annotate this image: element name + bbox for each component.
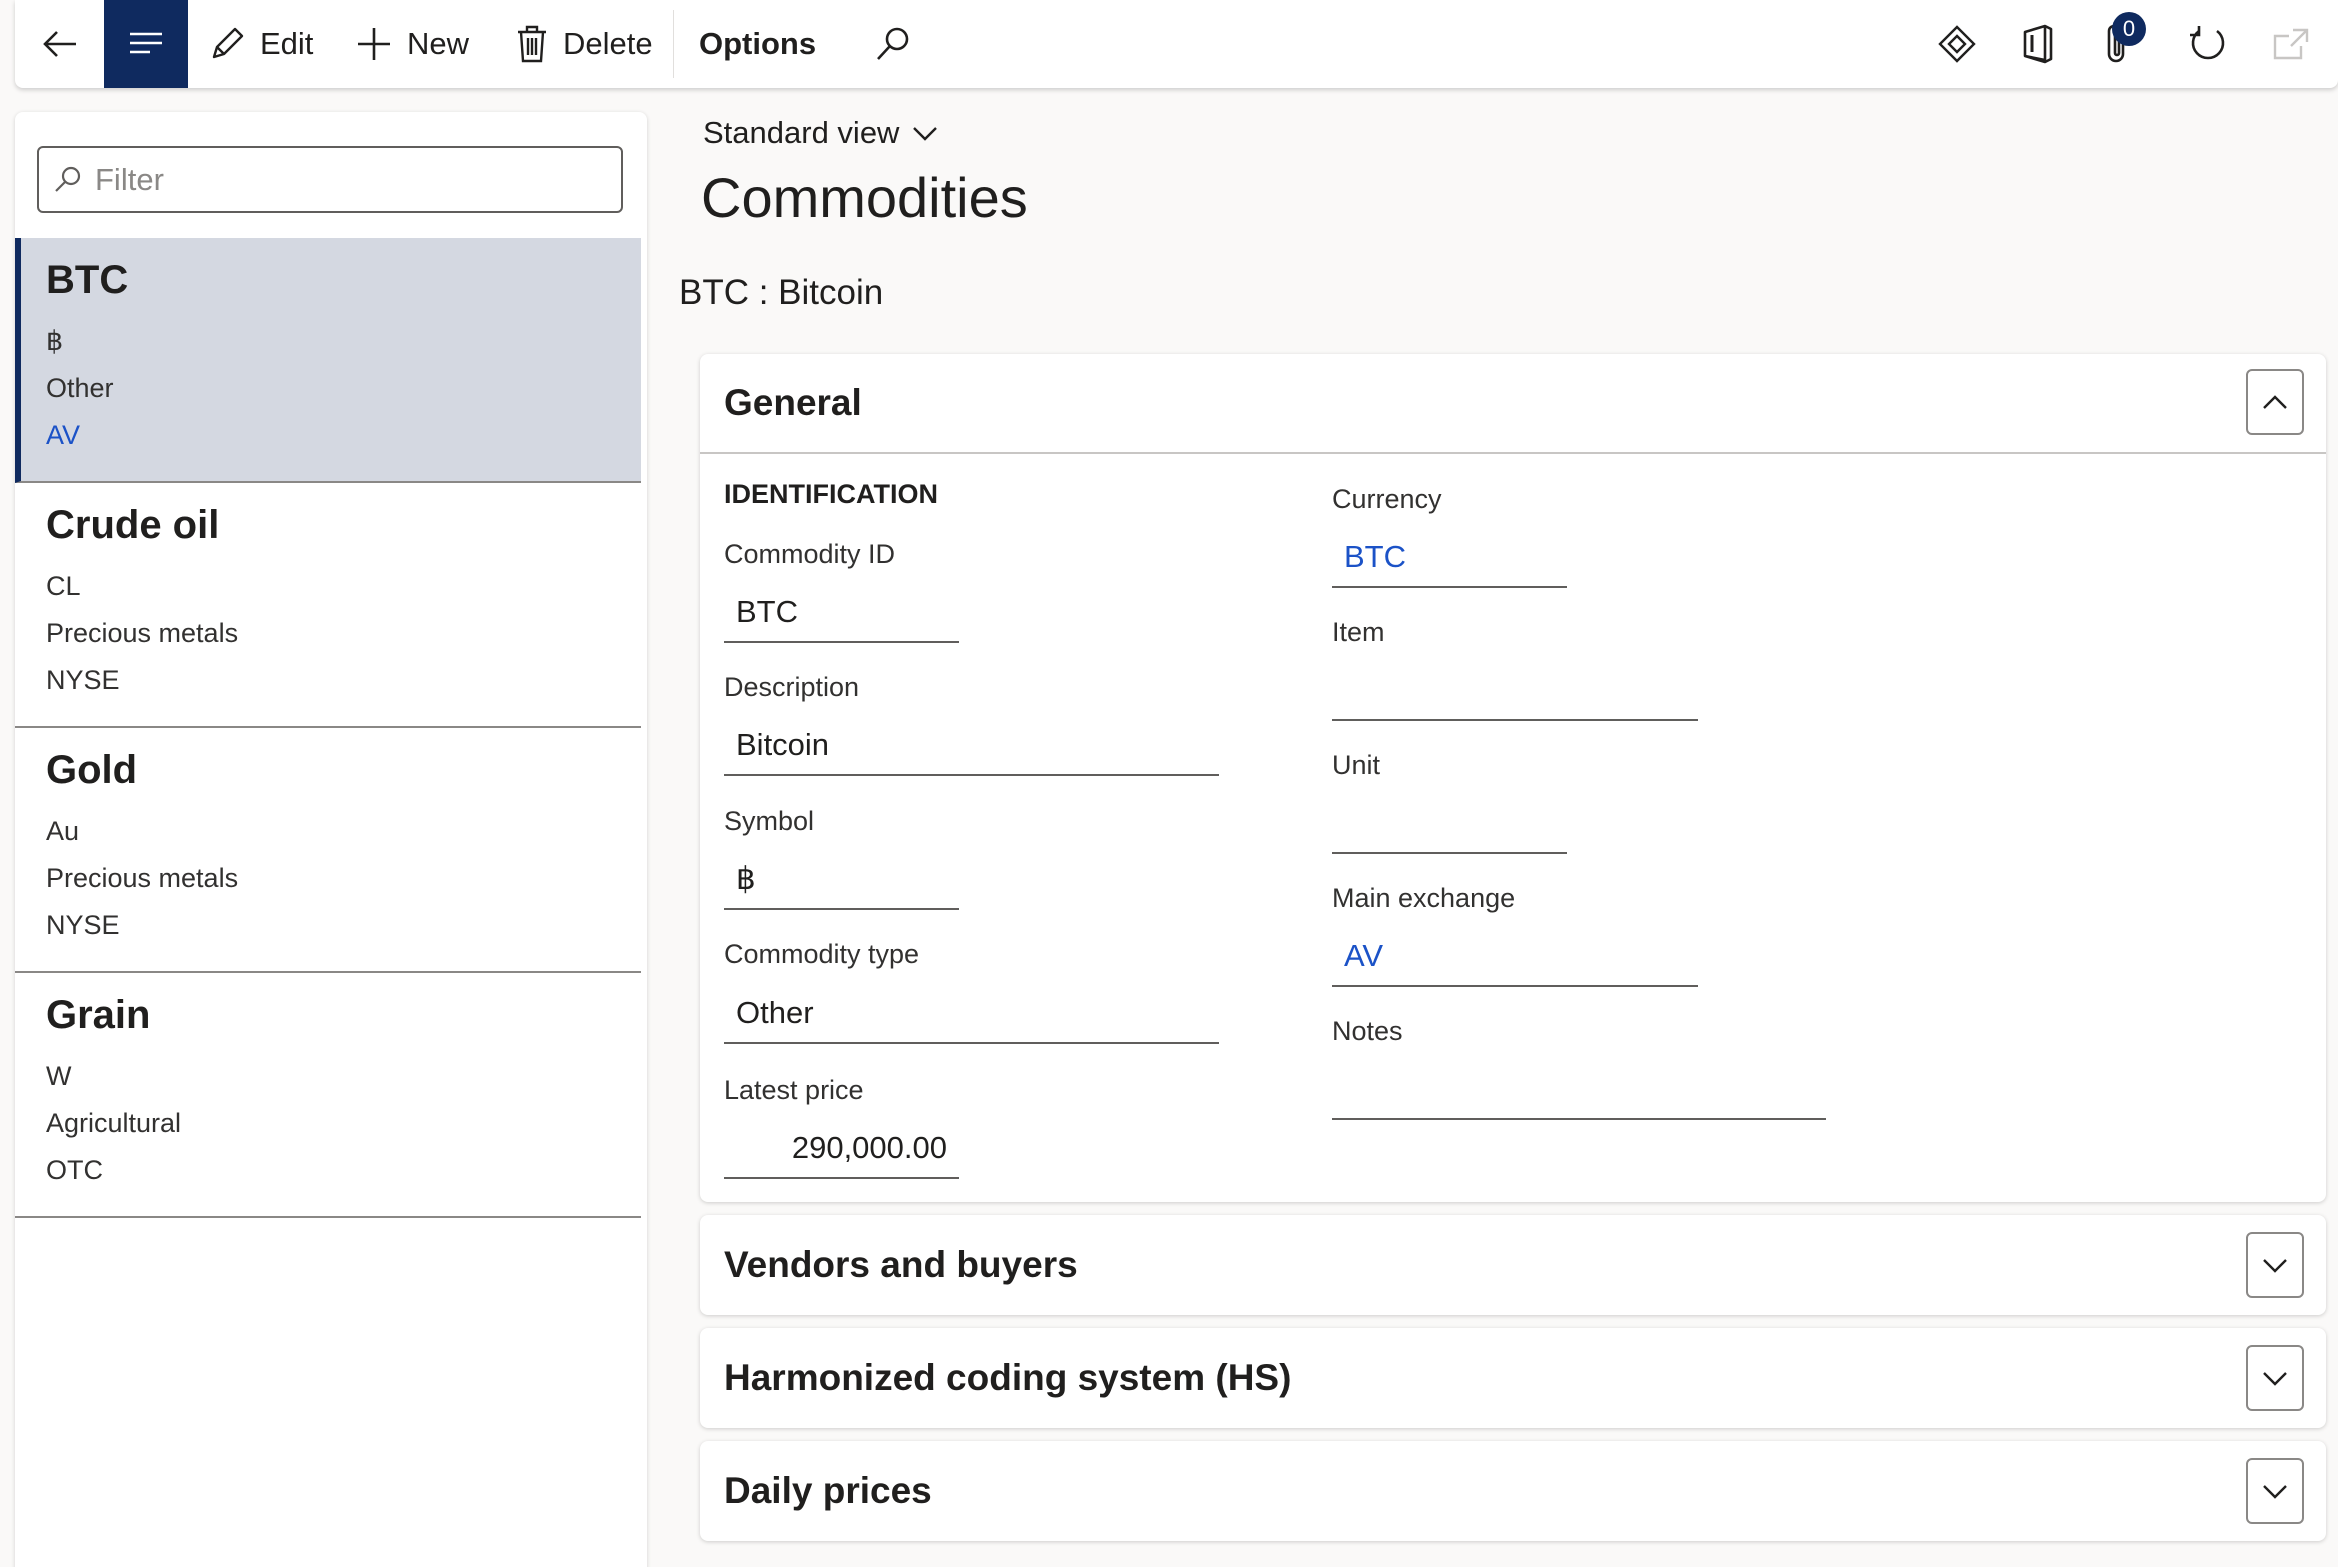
- menu-button[interactable]: [104, 0, 188, 88]
- unit-field[interactable]: [1332, 794, 1567, 854]
- view-selector-label: Standard view: [703, 115, 900, 150]
- commodity-id-field[interactable]: BTC: [724, 583, 959, 643]
- item-field[interactable]: [1332, 661, 1698, 721]
- main-exchange-label: Main exchange: [1332, 883, 1516, 913]
- list-item-exchange: OTC: [46, 1155, 103, 1185]
- expand-button[interactable]: [2246, 1458, 2304, 1524]
- expand-button[interactable]: [2246, 1345, 2304, 1411]
- list-item-symbol: ฿: [46, 326, 64, 356]
- list-item-title: Gold: [46, 748, 138, 792]
- hamburger-icon: [130, 32, 162, 54]
- collapse-button[interactable]: [2246, 369, 2304, 435]
- list-item-symbol: Au: [46, 816, 80, 846]
- commodity-type-label: Commodity type: [724, 939, 920, 969]
- harmonized-coding-fasttab-title: Harmonized coding system (HS): [724, 1357, 1292, 1398]
- office-icon: [2023, 24, 2053, 64]
- search-icon: [55, 166, 81, 192]
- search-button[interactable]: [873, 0, 913, 88]
- description-field[interactable]: Bitcoin: [724, 716, 1219, 776]
- general-fasttab-title: General: [724, 382, 862, 423]
- harmonized-coding-fasttab[interactable]: Harmonized coding system (HS): [700, 1328, 2326, 1428]
- symbol-label: Symbol: [724, 806, 815, 836]
- attachments-count-badge: 0: [2112, 12, 2146, 46]
- edit-button[interactable]: Edit: [208, 0, 313, 88]
- toolbar-divider: [673, 10, 674, 78]
- list-item-grain[interactable]: Grain W Agricultural OTC: [15, 973, 641, 1218]
- power-apps-button[interactable]: [1937, 0, 1977, 88]
- main-exchange-field[interactable]: AV: [1332, 927, 1698, 987]
- chevron-down-icon: [2263, 1485, 2287, 1499]
- refresh-icon: [2190, 26, 2225, 60]
- list-item-symbol: CL: [46, 571, 81, 601]
- daily-prices-fasttab-header[interactable]: Daily prices: [700, 1441, 2326, 1541]
- notes-field[interactable]: [1332, 1060, 1826, 1120]
- office-button[interactable]: [2020, 0, 2056, 88]
- currency-field[interactable]: BTC: [1332, 528, 1567, 588]
- unit-label: Unit: [1332, 750, 1381, 780]
- chevron-down-icon: [2263, 1372, 2287, 1386]
- list-item-title: BTC: [46, 258, 129, 302]
- list-item-crude-oil[interactable]: Crude oil CL Precious metals NYSE: [15, 483, 641, 728]
- list-item-exchange: NYSE: [46, 665, 120, 695]
- item-label: Item: [1332, 617, 1385, 647]
- record-title: BTC : Bitcoin: [679, 273, 884, 312]
- pencil-icon: [212, 27, 244, 59]
- harmonized-coding-fasttab-header[interactable]: Harmonized coding system (HS): [700, 1328, 2326, 1428]
- delete-label: Delete: [563, 26, 653, 61]
- list-item-gold[interactable]: Gold Au Precious metals NYSE: [15, 728, 641, 973]
- general-fasttab: General IDENTIFICATION Commodity ID BTC …: [700, 354, 2326, 1202]
- chevron-down-icon: [2263, 1259, 2287, 1273]
- daily-prices-fasttab-title: Daily prices: [724, 1470, 932, 1511]
- identification-group-label: IDENTIFICATION: [724, 479, 938, 509]
- list-item-symbol: W: [46, 1061, 72, 1091]
- list-item-title: Crude oil: [46, 503, 220, 547]
- new-button[interactable]: New: [355, 0, 469, 88]
- trash-icon: [518, 25, 546, 63]
- vendors-buyers-fasttab-title: Vendors and buyers: [724, 1244, 1078, 1285]
- list-item-title: Grain: [46, 993, 151, 1037]
- list-item-exchange: AV: [46, 420, 81, 450]
- list-item-type: Agricultural: [46, 1108, 182, 1138]
- view-selector[interactable]: Standard view: [703, 115, 939, 151]
- general-fasttab-header[interactable]: General: [700, 354, 2326, 454]
- diamond-icon: [1938, 25, 1976, 63]
- back-button[interactable]: [40, 0, 80, 88]
- options-button[interactable]: Options: [699, 0, 816, 88]
- list-item-btc[interactable]: BTC ฿ Other AV: [15, 238, 641, 483]
- list-item-type: Other: [46, 373, 114, 403]
- delete-button[interactable]: Delete: [515, 0, 653, 88]
- list-item-type: Precious metals: [46, 863, 239, 893]
- edit-label: Edit: [260, 26, 314, 61]
- daily-prices-fasttab[interactable]: Daily prices: [700, 1441, 2326, 1541]
- back-arrow-icon: [43, 31, 76, 57]
- new-label: New: [407, 26, 470, 61]
- vendors-buyers-fasttab-header[interactable]: Vendors and buyers: [700, 1215, 2326, 1315]
- commodity-list-pane: BTC ฿ Other AV Crude oil CL Precious met…: [15, 112, 647, 1567]
- commodity-type-field[interactable]: Other: [724, 984, 1219, 1044]
- page-title: Commodities: [701, 166, 1028, 229]
- commodity-list: BTC ฿ Other AV Crude oil CL Precious met…: [15, 238, 641, 1218]
- commodity-id-label: Commodity ID: [724, 539, 896, 569]
- filter-box[interactable]: [37, 146, 623, 213]
- plus-icon: [358, 28, 390, 60]
- chevron-down-icon: [913, 127, 938, 141]
- latest-price-label: Latest price: [724, 1075, 864, 1105]
- list-item-exchange: NYSE: [46, 910, 120, 940]
- description-label: Description: [724, 672, 860, 702]
- vendors-buyers-fasttab[interactable]: Vendors and buyers: [700, 1215, 2326, 1315]
- action-bar: Edit New Delete Options: [15, 0, 2338, 88]
- open-new-window-button[interactable]: [2271, 0, 2311, 88]
- search-icon: [877, 27, 909, 60]
- latest-price-field[interactable]: 290,000.00: [724, 1119, 959, 1179]
- pop-out-icon: [2273, 28, 2309, 60]
- filter-input[interactable]: [95, 161, 595, 198]
- refresh-button[interactable]: [2187, 0, 2229, 88]
- list-item-type: Precious metals: [46, 618, 239, 648]
- symbol-field[interactable]: ฿: [724, 850, 959, 910]
- chevron-up-icon: [2263, 395, 2287, 409]
- currency-label: Currency: [1332, 484, 1442, 514]
- notes-label: Notes: [1332, 1016, 1403, 1046]
- expand-button[interactable]: [2246, 1232, 2304, 1298]
